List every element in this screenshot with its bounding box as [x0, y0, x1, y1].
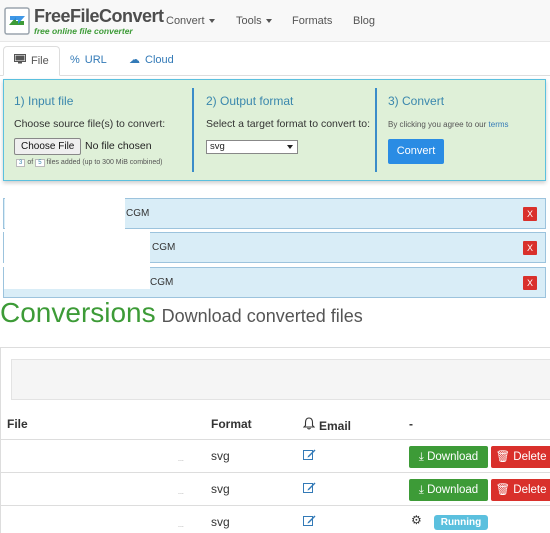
header-email: Email — [302, 417, 352, 433]
step2-text: Select a target format to convert to: — [206, 118, 370, 130]
header-format: Format — [211, 417, 252, 431]
queued-file-name: CGM — [126, 208, 150, 219]
header-email-label: Email — [319, 419, 352, 433]
caret-down-icon — [265, 19, 272, 24]
remove-file-button[interactable]: X — [523, 207, 537, 221]
tab-file-label: File — [31, 55, 49, 67]
files-added-count: 3 — [16, 159, 26, 167]
queued-file-name: CGM — [150, 277, 174, 288]
filename-ellipsis: ... — [178, 522, 184, 529]
delete-button[interactable]: 🗑 Delete — [491, 479, 550, 501]
redacted-filename — [2, 508, 178, 533]
row-divider — [1, 472, 550, 473]
files-added-info: 3 of 5 files added (up to 300 MiB combined) — [14, 159, 163, 167]
select-arrow-icon — [287, 145, 293, 149]
nav-blog[interactable]: Blog — [353, 15, 375, 27]
download-label: Download — [427, 451, 479, 463]
brand-logo[interactable]: FreeFileConvert free online file convert… — [4, 5, 164, 39]
monitor-icon — [14, 47, 26, 76]
gear-icon: ⚙ — [411, 513, 422, 527]
brand-tagline: free online file converter — [34, 26, 133, 36]
download-label: Download — [427, 484, 479, 496]
redacted-filenames — [4, 229, 150, 289]
step-input-file: 1) Input file Choose source file(s) to c… — [4, 80, 194, 180]
conversions-subtitle: Download converted files — [161, 306, 363, 326]
header-actions: - — [409, 417, 413, 431]
nav-tools[interactable]: Tools — [236, 15, 272, 27]
step1-text: Choose source file(s) to convert: — [14, 118, 166, 130]
output-format-value: svg — [210, 141, 225, 152]
conversions-heading: Conversions Download converted files — [0, 297, 363, 329]
brand-name: FreeFileConvert — [34, 6, 164, 26]
filename-ellipsis: ... — [178, 489, 184, 496]
source-tabs: File % URL ☁ Cloud — [0, 42, 550, 76]
row-divider — [1, 439, 550, 440]
terms-link[interactable]: terms — [489, 120, 509, 129]
nav-tools-label: Tools — [236, 15, 262, 27]
row-divider — [1, 505, 550, 506]
header-file: File — [7, 417, 28, 431]
top-navbar: FreeFileConvert free online file convert… — [0, 0, 550, 42]
step-convert: 3) Convert By clicking you agree to our … — [378, 80, 546, 180]
delete-label: Delete — [513, 451, 547, 463]
step3-title: 3) Convert — [388, 94, 445, 108]
row-format: svg — [211, 449, 230, 463]
email-edit-icon[interactable] — [303, 481, 316, 496]
conversions-title: Conversions — [0, 297, 156, 328]
filename-ellipsis: ... — [178, 456, 184, 463]
status-badge: Running — [434, 515, 488, 530]
output-format-select[interactable]: svg — [206, 140, 298, 154]
files-added-text: files added (up to 300 MiB combined) — [46, 159, 163, 166]
tab-url-label: URL — [84, 54, 107, 66]
agree-label: By clicking you agree to our — [388, 120, 487, 129]
redacted-filename — [5, 198, 125, 229]
nav-convert-label: Convert — [166, 15, 205, 27]
delete-label: Delete — [513, 484, 547, 496]
email-edit-icon[interactable] — [303, 448, 316, 463]
upload-panel: 1) Input file Choose source file(s) to c… — [3, 79, 546, 181]
delete-button[interactable]: 🗑 Delete — [491, 446, 550, 468]
link-icon: % — [70, 54, 80, 66]
download-button[interactable]: ⤓ Download — [409, 479, 488, 501]
email-edit-icon[interactable] — [303, 514, 316, 529]
files-max-count: 5 — [35, 159, 45, 167]
tab-file[interactable]: File — [3, 46, 60, 76]
bell-icon — [302, 417, 316, 433]
step-divider — [192, 88, 194, 172]
remove-file-button[interactable]: X — [523, 276, 537, 290]
tab-cloud[interactable]: ☁ Cloud — [119, 46, 184, 76]
tab-url[interactable]: % URL — [60, 46, 117, 76]
remove-file-button[interactable]: X — [523, 241, 537, 255]
agree-text: By clicking you agree to our terms — [388, 120, 509, 129]
convert-button[interactable]: Convert — [388, 139, 444, 164]
redacted-filename — [2, 475, 178, 505]
download-button[interactable]: ⤓ Download — [409, 446, 488, 468]
tab-cloud-label: Cloud — [145, 54, 174, 66]
caret-down-icon — [208, 19, 215, 24]
row-format: svg — [211, 515, 230, 529]
nav-convert[interactable]: Convert — [166, 15, 215, 27]
table-toolbar — [11, 359, 550, 400]
row-format: svg — [211, 482, 230, 496]
cloud-icon: ☁ — [129, 54, 140, 66]
step1-title: 1) Input file — [14, 94, 74, 108]
conversions-table: File Format Email - ... svg ⤓ Download 🗑… — [0, 347, 550, 533]
queued-file-row: CGM X — [3, 198, 546, 229]
nav-formats[interactable]: Formats — [292, 15, 332, 27]
queued-file-name: CGM — [152, 242, 176, 253]
choose-file-button[interactable]: Choose File — [14, 138, 82, 155]
files-of-label: of — [27, 159, 34, 166]
redacted-filename — [2, 442, 178, 472]
step-divider — [375, 88, 377, 172]
no-file-label: No file chosen — [85, 140, 152, 152]
logo-mark-icon — [4, 7, 30, 35]
step2-title: 2) Output format — [206, 94, 294, 108]
step-output-format: 2) Output format Select a target format … — [196, 80, 376, 180]
